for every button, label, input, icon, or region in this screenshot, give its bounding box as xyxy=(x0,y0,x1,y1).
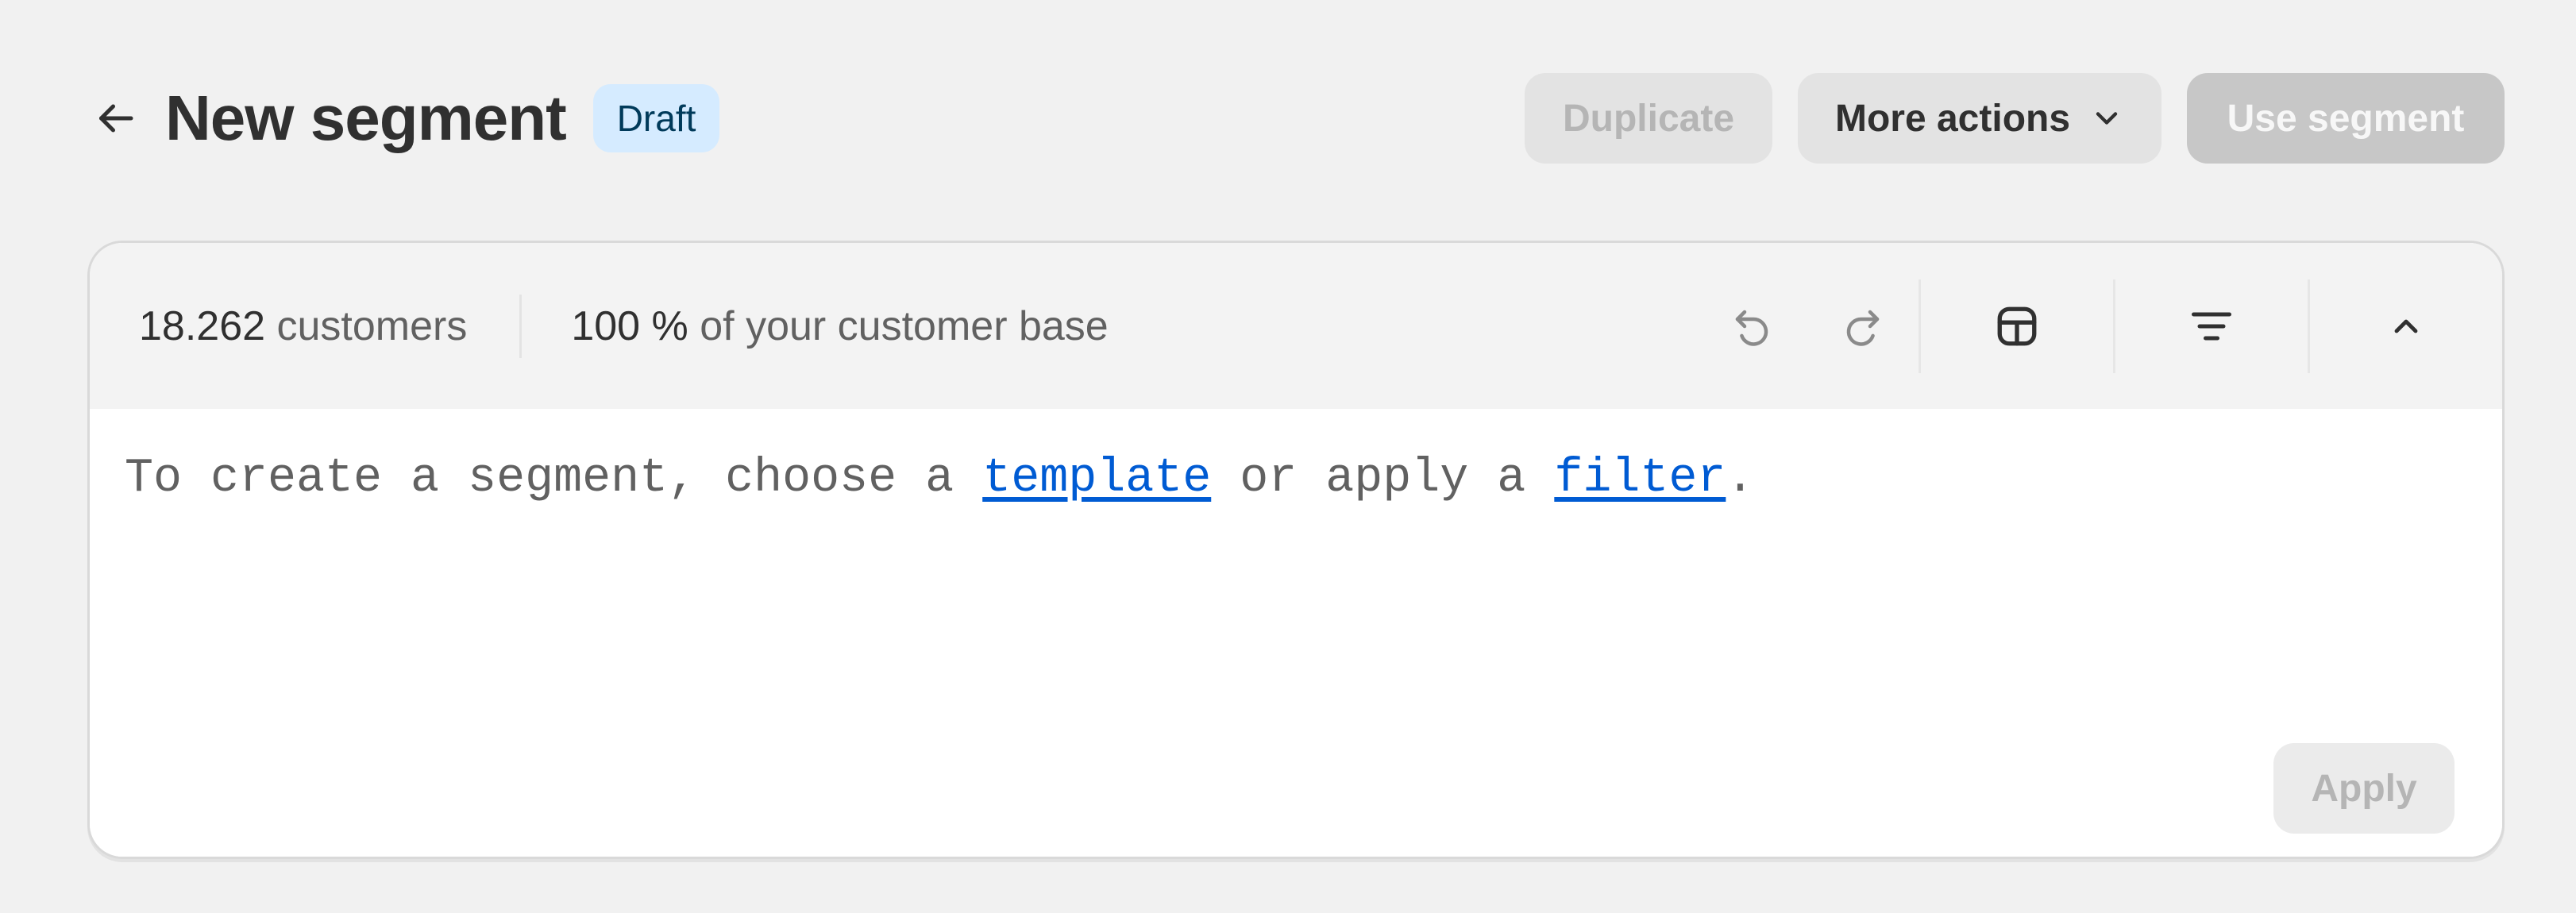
collapse-button[interactable] xyxy=(2310,243,2502,409)
segment-summary-bar: 18.262 customers 100 % of your customer … xyxy=(90,243,2502,409)
filter-icon xyxy=(2192,312,2231,340)
template-icon xyxy=(1997,306,2037,345)
editor-prefix: To create a segment, choose a xyxy=(125,452,983,506)
divider xyxy=(519,294,523,358)
template-link[interactable]: template xyxy=(982,452,1211,506)
segment-query-editor[interactable]: To create a segment, choose a template o… xyxy=(90,409,2502,857)
customer-count-label: customers xyxy=(276,302,468,349)
back-button[interactable] xyxy=(87,91,143,146)
arrow-left-icon xyxy=(99,104,133,133)
more-actions-label: More actions xyxy=(1834,97,2071,140)
redo-button[interactable] xyxy=(1807,243,1919,409)
segment-editor-card: 18.262 customers 100 % of your customer … xyxy=(87,241,2505,859)
more-actions-button[interactable]: More actions xyxy=(1798,73,2161,164)
percent-value: 100 % xyxy=(571,302,688,349)
filter-button[interactable] xyxy=(2115,243,2308,409)
page-header: New segment Draft Duplicate More actions… xyxy=(87,73,2505,164)
undo-icon xyxy=(1735,310,1768,346)
editor-hint-text: To create a segment, choose a template o… xyxy=(125,452,1754,506)
customer-count-value: 18.262 xyxy=(139,302,266,349)
editor-suffix: . xyxy=(1726,452,1755,506)
templates-button[interactable] xyxy=(1921,243,2113,409)
page-title: New segment xyxy=(165,83,567,153)
status-badge: Draft xyxy=(592,84,720,152)
use-segment-button[interactable]: Use segment xyxy=(2187,73,2505,164)
apply-button[interactable]: Apply xyxy=(2273,743,2455,834)
filter-link[interactable]: filter xyxy=(1554,452,1726,506)
percent-label: of your customer base xyxy=(700,302,1109,349)
chevron-down-icon xyxy=(2096,112,2118,125)
customer-count: 18.262 customers xyxy=(139,302,467,350)
chevron-up-icon xyxy=(2394,319,2418,333)
customer-base-percent: 100 % of your customer base xyxy=(571,302,1108,350)
duplicate-button[interactable]: Duplicate xyxy=(1525,73,1772,164)
redo-icon xyxy=(1846,310,1880,346)
editor-middle: or apply a xyxy=(1211,452,1555,506)
undo-button[interactable] xyxy=(1696,243,1807,409)
